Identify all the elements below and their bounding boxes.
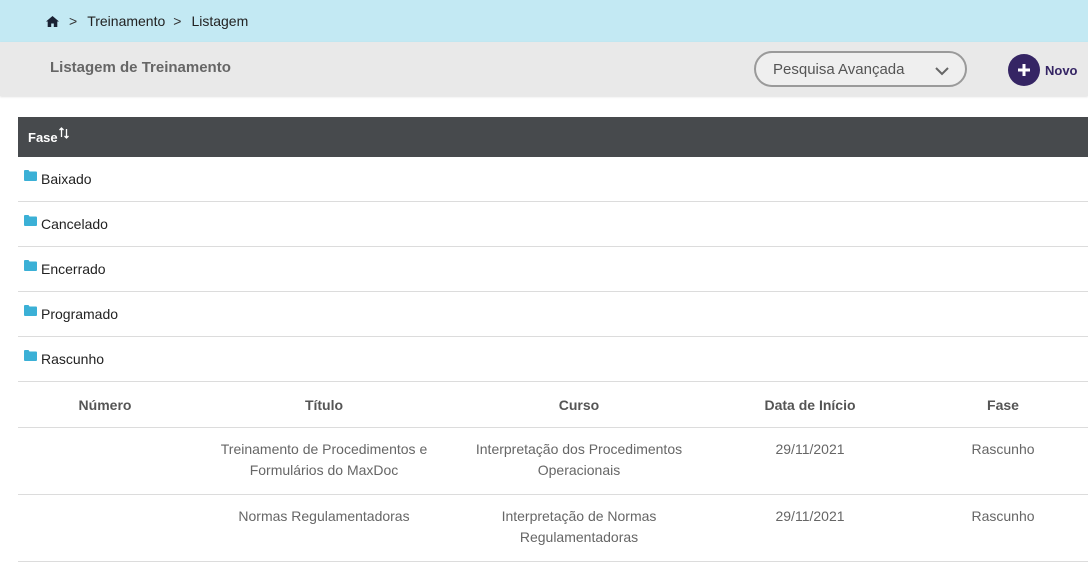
table-row[interactable]: Normas Regulamentadoras Interpretação de…	[18, 495, 1088, 562]
breadcrumb: > Treinamento > Listagem	[0, 0, 1088, 42]
folder-icon	[24, 213, 37, 229]
cell-curso: Interpretação dos Procedimentos Operacio…	[475, 441, 683, 478]
cell-curso: Interpretação de Normas Regulamentadoras	[501, 508, 657, 545]
cell-fase: Rascunho	[971, 441, 1035, 457]
column-header-data-inicio[interactable]: Data de Início	[702, 397, 918, 413]
page-header: Listagem de Treinamento Pesquisa Avançad…	[0, 42, 1088, 96]
group-row-cancelado[interactable]: Cancelado	[18, 202, 1088, 247]
group-label: Rascunho	[41, 351, 105, 367]
breadcrumb-separator: >	[69, 13, 78, 29]
group-label: Encerrado	[41, 261, 106, 277]
cell-titulo: Normas Regulamentadoras	[238, 508, 410, 524]
advanced-search-dropdown[interactable]: Pesquisa Avançada	[754, 51, 967, 87]
cell-fase: Rascunho	[971, 508, 1035, 524]
group-column-fase[interactable]: Fase	[28, 130, 58, 145]
sort-icon[interactable]	[58, 126, 69, 142]
group-row-encerrado[interactable]: Encerrado	[18, 247, 1088, 292]
cell-data-inicio: 29/11/2021	[775, 441, 845, 457]
group-label: Baixado	[41, 171, 92, 187]
table-row[interactable]: Treinamento de Procedimentos e Formulári…	[18, 428, 1088, 495]
group-row-rascunho[interactable]: Rascunho	[18, 337, 1088, 382]
new-button-label: Novo	[1045, 62, 1078, 78]
chevron-down-icon	[935, 63, 949, 80]
group-row-programado[interactable]: Programado	[18, 292, 1088, 337]
folder-icon	[24, 258, 37, 274]
home-icon[interactable]	[46, 15, 59, 27]
plus-icon	[1008, 54, 1040, 86]
folder-icon	[24, 348, 37, 364]
new-button[interactable]: Novo	[1008, 54, 1078, 86]
group-label: Programado	[41, 306, 119, 322]
breadcrumb-item-listagem: Listagem	[191, 13, 249, 29]
folder-icon	[24, 168, 37, 184]
group-label: Cancelado	[41, 216, 108, 232]
folder-icon	[24, 303, 37, 319]
column-header-curso[interactable]: Curso	[456, 397, 702, 413]
column-header-numero[interactable]: Número	[18, 397, 192, 413]
training-grid: Fase Baixado Cancelado Encerrado Program…	[18, 117, 1088, 562]
group-row-baixado[interactable]: Baixado	[18, 157, 1088, 202]
cell-data-inicio: 29/11/2021	[775, 508, 845, 524]
page-title: Listagem de Treinamento	[50, 59, 231, 76]
grid-header: Fase	[18, 117, 1088, 157]
cell-titulo: Treinamento de Procedimentos e Formulári…	[220, 441, 428, 478]
breadcrumb-separator: >	[173, 13, 182, 29]
column-header-titulo[interactable]: Título	[192, 397, 456, 413]
advanced-search-label: Pesquisa Avançada	[773, 60, 905, 78]
breadcrumb-item-treinamento[interactable]: Treinamento	[87, 13, 165, 29]
column-header-fase[interactable]: Fase	[918, 397, 1088, 413]
subgrid-header: Número Título Curso Data de Início Fase	[18, 382, 1088, 428]
